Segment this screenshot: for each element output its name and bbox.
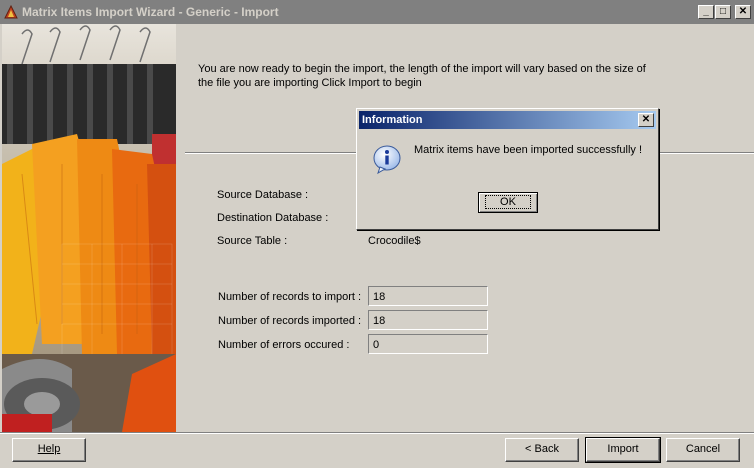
- errors-label: Number of errors occured :: [218, 339, 350, 351]
- import-button-label: Import: [607, 443, 639, 455]
- close-button[interactable]: ✕: [735, 5, 751, 19]
- information-dialog: Information ✕ Matrix items have been imp…: [356, 108, 659, 230]
- dialog-close-button[interactable]: ✕: [638, 113, 654, 127]
- source-table-value: Crocodile$: [368, 235, 421, 247]
- records-imported-field: 18: [368, 310, 488, 330]
- records-to-import-label: Number of records to import :: [218, 291, 362, 303]
- records-imported-label: Number of records imported :: [218, 315, 362, 327]
- maximize-button[interactable]: □: [715, 5, 731, 19]
- errors-field: 0: [368, 334, 488, 354]
- ok-button[interactable]: OK: [478, 192, 538, 213]
- info-icon: [373, 145, 401, 175]
- dialog-title: Information: [359, 111, 656, 129]
- back-button[interactable]: < Back: [505, 438, 579, 462]
- help-button[interactable]: Help: [12, 438, 86, 462]
- wizard-side-image: [2, 24, 176, 432]
- import-button[interactable]: Import: [585, 437, 661, 463]
- window-title: Matrix Items Import Wizard - Generic - I…: [22, 5, 279, 19]
- source-table-label: Source Table :: [217, 235, 288, 247]
- intro-text: You are now ready to begin the import, t…: [198, 63, 646, 89]
- destination-database-label: Destination Database :: [217, 212, 329, 224]
- cancel-button[interactable]: Cancel: [666, 438, 740, 462]
- window-titlebar: Matrix Items Import Wizard - Generic - I…: [0, 0, 754, 24]
- source-database-label: Source Database :: [217, 189, 309, 201]
- minimize-button[interactable]: _: [698, 5, 714, 19]
- dialog-message: Matrix items have been imported successf…: [414, 144, 643, 156]
- app-icon: [4, 5, 18, 19]
- records-to-import-field: 18: [368, 286, 488, 306]
- cancel-button-label: Cancel: [685, 443, 721, 455]
- ok-button-label: OK: [485, 195, 531, 209]
- back-button-label: < Back: [525, 443, 559, 455]
- help-button-label: Help: [37, 443, 61, 455]
- footer-separator: [0, 432, 754, 434]
